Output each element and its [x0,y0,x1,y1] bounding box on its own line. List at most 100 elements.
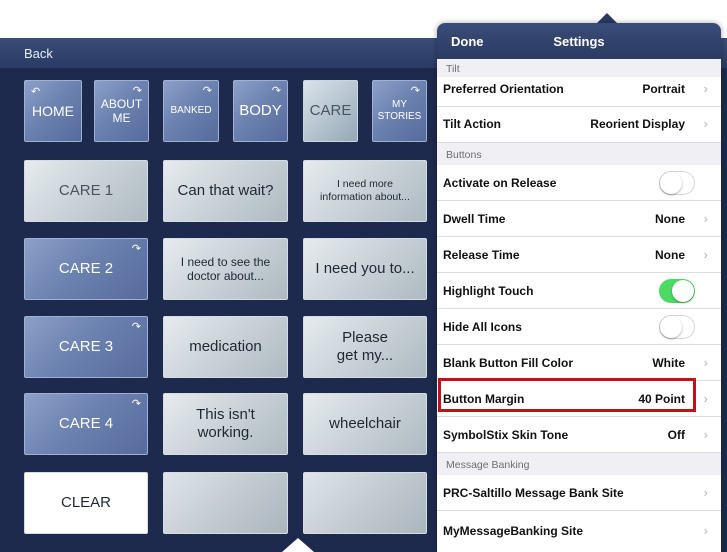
row-dwell-time[interactable]: Dwell Time None › [437,201,721,237]
button-my-stories[interactable]: ↷ MY STORIES [372,80,427,142]
section-tilt: Tilt [437,59,721,77]
chevron-right-icon: › [703,485,708,500]
row-label: SymbolStix Skin Tone [443,428,569,442]
link-arrow-icon: ↷ [131,321,141,333]
row-label: MyMessageBanking Site [443,524,584,538]
button-label: CARE 1 [58,182,114,199]
chevron-right-icon: › [703,523,708,538]
settings-popover: Done Settings Tilt Preferred Orientation… [437,23,721,552]
row-value: Reorient Display [590,117,685,131]
row-value: Off [667,428,685,442]
link-arrow-icon: ↷ [131,243,141,255]
button-home[interactable]: ↶ HOME [24,80,82,142]
chevron-right-icon: › [703,355,708,370]
row-label: Dwell Time [443,212,506,226]
button-label: ABOUT ME [100,96,143,125]
button-label: CARE 2 [58,260,114,277]
toggle-knob [660,316,682,338]
button-label: BODY [239,102,282,119]
row-blank-button-fill-color[interactable]: Blank Button Fill Color White › [437,345,721,381]
button-label: This isn't working. [196,406,255,441]
row-value: None [655,248,685,262]
toggle-knob [660,172,682,194]
button-care[interactable]: CARE [303,80,358,142]
button-body[interactable]: ↷ BODY [233,80,288,142]
chevron-right-icon: › [703,427,708,442]
section-buttons: Buttons [437,143,721,165]
row-prc-saltillo-site[interactable]: PRC-Saltillo Message Bank Site › [437,475,721,511]
row-tilt-action[interactable]: Tilt Action Reorient Display › [437,107,721,143]
back-button[interactable]: Back [24,46,53,61]
button-margin-highlight [438,378,696,412]
row-symbolstix-skin-tone[interactable]: SymbolStix Skin Tone Off › [437,417,721,453]
row-mymessagebanking-site[interactable]: MyMessageBanking Site › [437,511,721,552]
button-label: Please get my... [336,329,394,364]
button-this-isnt-working[interactable]: This isn't working. [163,393,288,455]
section-message-banking: Message Banking [437,453,721,475]
button-label: CARE 4 [58,415,114,432]
settings-title: Settings [553,34,605,49]
link-arrow-icon: ↷ [132,85,142,97]
button-label: CARE [309,102,352,119]
button-clear[interactable]: CLEAR [24,472,148,534]
button-wheelchair[interactable]: wheelchair [303,393,427,455]
row-release-time[interactable]: Release Time None › [437,237,721,273]
hide-all-icons-toggle[interactable] [659,315,695,339]
button-see-doctor[interactable]: I need to see the doctor about... [163,238,288,300]
button-label: I need to see the doctor about... [180,254,271,283]
back-arrow-icon: ↶ [31,86,41,98]
row-value: None [655,212,685,226]
row-label: Blank Button Fill Color [443,356,573,370]
settings-header: Done Settings [437,23,721,59]
button-label: Can that wait? [177,182,274,199]
button-label: CARE 3 [58,338,114,355]
button-label: I need more information about... [320,178,410,203]
button-blank[interactable] [163,472,288,534]
row-activate-on-release[interactable]: Activate on Release [437,165,721,201]
row-hide-all-icons[interactable]: Hide All Icons [437,309,721,345]
row-label: Highlight Touch [443,284,534,298]
link-arrow-icon: ↷ [131,398,141,410]
row-label: PRC-Saltillo Message Bank Site [443,486,624,500]
bottom-caret [282,538,314,552]
button-care-2[interactable]: ↷ CARE 2 [24,238,148,300]
button-about-me[interactable]: ↷ ABOUT ME [94,80,149,142]
chevron-right-icon: › [703,211,708,226]
row-label: Release Time [443,248,520,262]
row-preferred-orientation[interactable]: Preferred Orientation Portrait › [437,77,721,107]
row-label: Hide All Icons [443,320,522,334]
chevron-right-icon: › [703,247,708,262]
row-label: Activate on Release [443,176,557,190]
button-label: medication [189,338,262,355]
chevron-right-icon: › [703,116,708,131]
row-value: White [652,356,685,370]
button-banked[interactable]: ↷ BANKED [163,80,219,142]
toggle-knob [672,280,694,302]
row-label: Preferred Orientation [443,82,564,96]
section-label: Buttons [446,149,482,161]
button-medication[interactable]: medication [163,316,288,378]
button-care-1[interactable]: CARE 1 [24,160,148,222]
row-label: Tilt Action [443,117,501,131]
button-care-4[interactable]: ↷ CARE 4 [24,393,148,455]
button-need-you-to[interactable]: I need you to... [303,238,427,300]
button-label: I need you to... [315,260,415,277]
button-label: BANKED [170,105,212,116]
button-can-that-wait[interactable]: Can that wait? [163,160,288,222]
button-care-3[interactable]: ↷ CARE 3 [24,316,148,378]
button-label: HOME [32,102,74,119]
button-blank[interactable] [303,472,427,534]
button-label: MY STORIES [377,99,422,122]
chevron-right-icon: › [703,391,708,406]
highlight-touch-toggle[interactable] [659,279,695,303]
button-need-more-info[interactable]: I need more information about... [303,160,427,222]
button-label: CLEAR [60,494,112,511]
row-highlight-touch[interactable]: Highlight Touch [437,273,721,309]
link-arrow-icon: ↷ [271,85,281,97]
activate-on-release-toggle[interactable] [659,171,695,195]
row-value: Portrait [642,82,685,96]
section-label: Message Banking [446,459,530,471]
section-label: Tilt [446,63,460,75]
button-please-get-my[interactable]: Please get my... [303,316,427,378]
chevron-right-icon: › [703,81,708,96]
